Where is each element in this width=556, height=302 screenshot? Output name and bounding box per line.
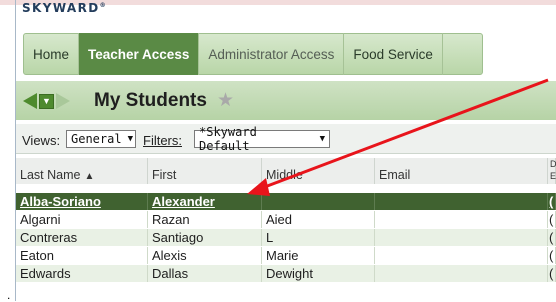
cell-last-name: Contreras (16, 229, 148, 246)
column-header-middle[interactable]: Middle (262, 158, 375, 184)
filters-value: *Skyward Default (199, 125, 257, 153)
cell-first: Alexis (148, 247, 262, 264)
cell-last-name: Eaton (16, 247, 148, 264)
chevron-down-icon: ▼ (319, 134, 325, 144)
cell-extra: ( (548, 211, 556, 228)
filters-link[interactable]: Filters: (143, 133, 182, 148)
cell-first: Razan (148, 211, 262, 228)
cell-email (375, 229, 548, 246)
cell-middle: Dewight (262, 265, 375, 282)
cell-middle: Marie (262, 247, 375, 264)
page-title: My Students (94, 90, 207, 111)
cell-extra: ( (548, 265, 556, 282)
column-header-email[interactable]: Email (375, 158, 548, 184)
cell-middle: Aied (262, 211, 375, 228)
cell-email (375, 247, 548, 264)
cell-email (375, 193, 548, 210)
star-icon[interactable]: ★ (217, 89, 234, 112)
table-row[interactable]: Eaton Alexis Marie ( (16, 247, 556, 264)
stray-dot: . (7, 288, 11, 302)
cell-middle (262, 193, 375, 210)
filters-select[interactable]: *Skyward Default ▼ (194, 125, 330, 153)
main-nav: Home Teacher Access Administrator Access… (23, 33, 483, 75)
cell-last-name[interactable]: Alba-Soriano (16, 193, 148, 210)
cell-extra: ( (548, 229, 556, 246)
views-select[interactable]: General ▼ (66, 130, 136, 148)
cell-extra: ( (548, 193, 556, 210)
cell-first: Dallas (148, 265, 262, 282)
skyward-logo: SKYWARD® (22, 1, 106, 15)
column-header-extra[interactable]: D E (548, 158, 556, 184)
tab-food-service[interactable]: Food Service (344, 33, 443, 75)
tab-administrator-access[interactable]: Administrator Access (199, 33, 345, 75)
sort-ascending-icon: ▲ (84, 171, 95, 182)
forward-arrow-icon[interactable] (56, 93, 70, 109)
cell-first[interactable]: Alexander (148, 193, 262, 210)
views-label: Views: (22, 133, 61, 148)
nav-arrows: ▼ (23, 92, 70, 110)
table-row[interactable]: Edwards Dallas Dewight ( (16, 265, 556, 282)
views-value: General (71, 132, 122, 146)
cell-last-name: Edwards (16, 265, 148, 282)
table-row[interactable]: Algarni Razan Aied ( (16, 211, 556, 228)
tab-teacher-access[interactable]: Teacher Access (79, 33, 200, 75)
cell-email (375, 211, 548, 228)
cell-extra: ( (548, 247, 556, 264)
table-row[interactable]: Contreras Santiago L ( (16, 229, 556, 246)
history-dropdown-icon[interactable]: ▼ (39, 93, 54, 109)
cell-last-name: Algarni (16, 211, 148, 228)
tab-home[interactable]: Home (24, 33, 80, 75)
views-filters-bar: Views: General ▼ Filters: *Skyward Defaul… (16, 124, 556, 154)
cell-first: Santiago (148, 229, 262, 246)
back-arrow-icon[interactable] (23, 93, 37, 109)
cell-email (375, 265, 548, 282)
cell-middle: L (262, 229, 375, 246)
chevron-down-icon: ▼ (127, 134, 133, 144)
column-header-last-name[interactable]: Last Name ▲ (16, 158, 148, 184)
table-row[interactable]: Alba-Soriano Alexander ( (16, 193, 556, 210)
column-header-first[interactable]: First (148, 158, 262, 184)
